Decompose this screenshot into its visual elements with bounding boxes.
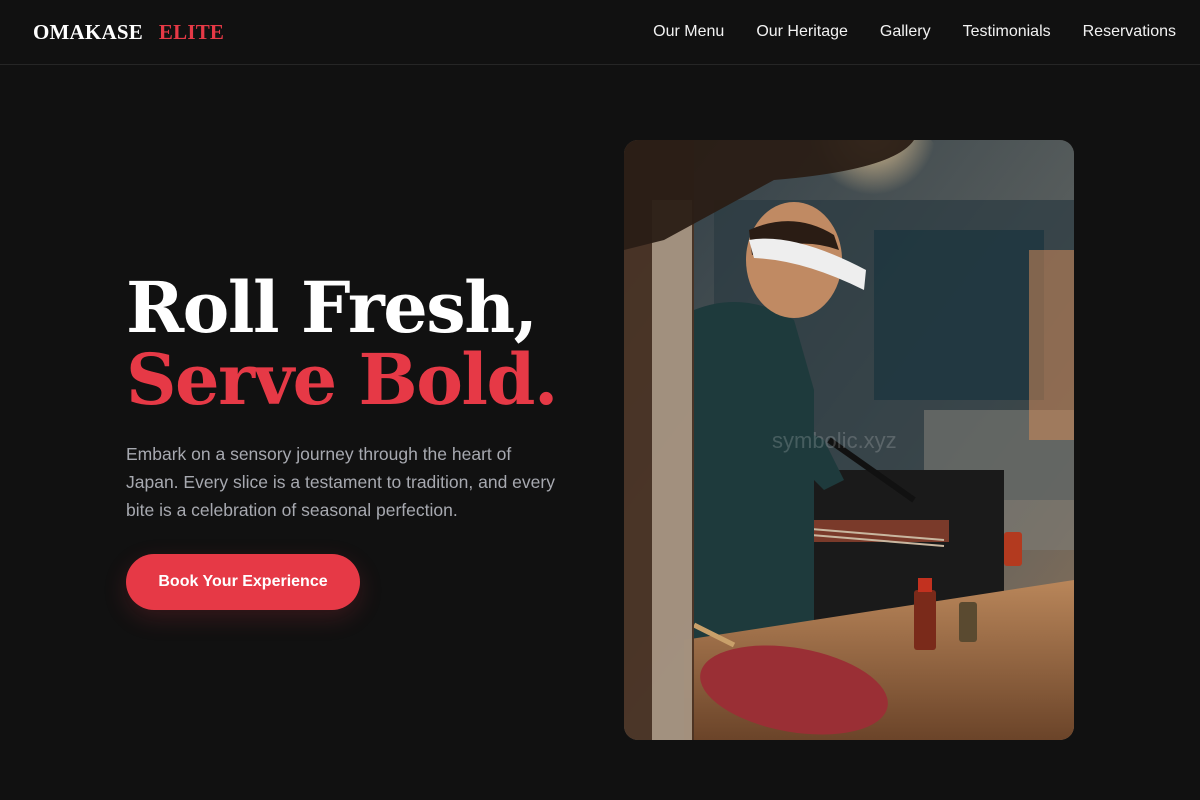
image-watermark: symbolic.xyz [772,428,897,453]
hero-description: Embark on a sensory journey through the … [126,444,555,520]
hero-headline-line-2: Serve Bold. [126,338,558,421]
nav-link-gallery[interactable]: Gallery [880,23,931,41]
top-nav: OMAKASE ELITE Our Menu Our Heritage Gall… [0,0,1200,65]
hero-image-chef-grilling: symbolic.xyz [624,140,1074,740]
brand-name-accent: ELITE [158,19,225,44]
hero-copy: Roll Fresh, Serve Bold. Embark on a sens… [126,272,586,524]
nav-link-testimonials[interactable]: Testimonials [963,23,1051,41]
nav-link-our-heritage[interactable]: Our Heritage [756,23,848,41]
nav-menu: Our Menu Our Heritage Gallery Testimonia… [653,23,1176,41]
hero-headline-line-1: Roll Fresh, [126,266,538,349]
brand-logo[interactable]: OMAKASE ELITE [33,20,224,45]
book-experience-button[interactable]: Book Your Experience [126,554,360,610]
brand-name-primary: OMAKASE [33,19,143,44]
nav-link-reservations[interactable]: Reservations [1083,23,1176,41]
hero-headline: Roll Fresh, Serve Bold. [126,272,586,416]
nav-link-our-menu[interactable]: Our Menu [653,23,724,41]
